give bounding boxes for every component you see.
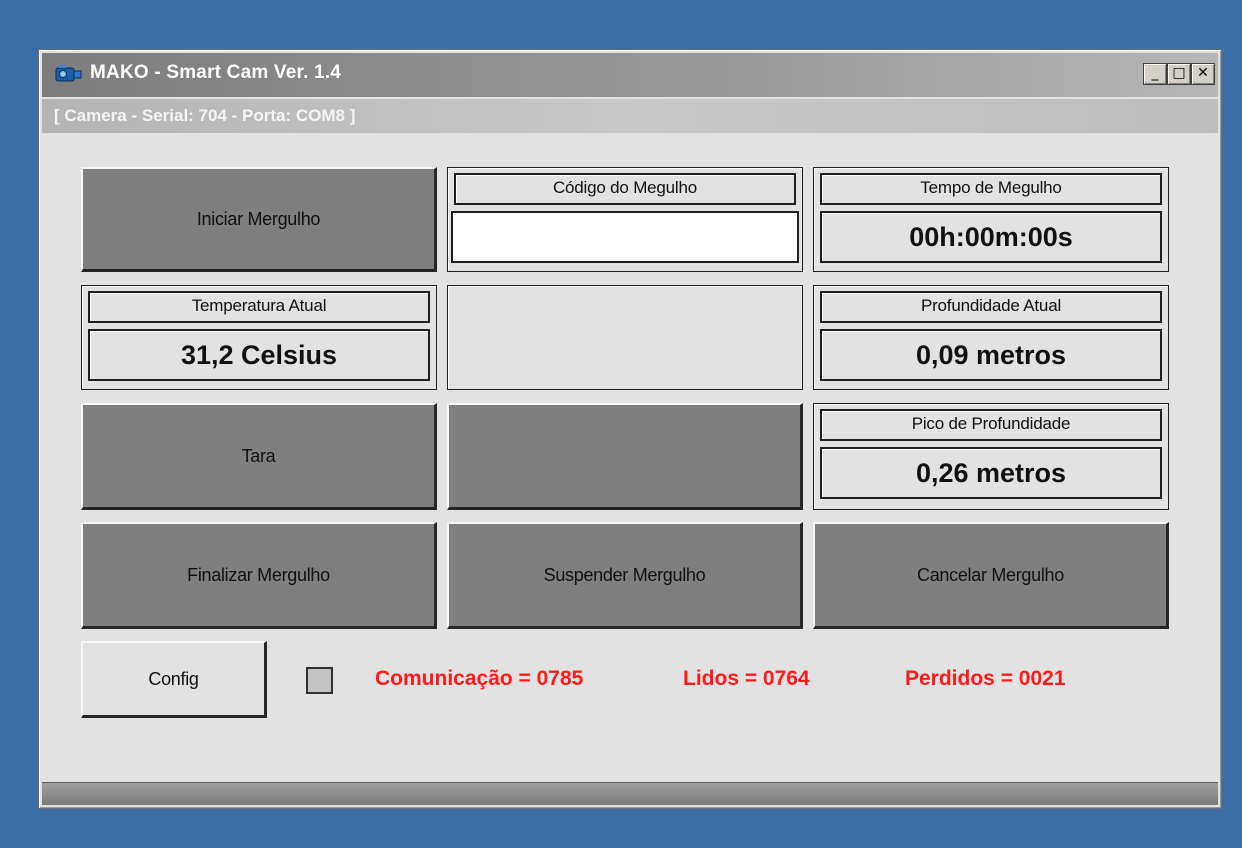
bottom-status-bar	[42, 782, 1218, 805]
maximize-button[interactable]: □	[1167, 63, 1191, 85]
camera-icon	[54, 62, 84, 86]
status-indicator	[306, 667, 333, 694]
start-dive-label: Iniciar Mergulho	[196, 208, 321, 229]
connection-info: [ Camera - Serial: 704 - Porta: COM8 ]	[54, 106, 356, 125]
suspend-dive-button[interactable]: Suspender Mergulho	[447, 522, 803, 629]
dive-time-value: 00h:00m:00s	[820, 211, 1162, 263]
window-title: MAKO - Smart Cam Ver. 1.4	[90, 62, 342, 83]
cancel-dive-button[interactable]: Cancelar Mergulho	[813, 522, 1169, 629]
title-bar[interactable]: MAKO - Smart Cam Ver. 1.4 _ □ ✕	[42, 53, 1218, 97]
peak-depth-value: 0,26 metros	[820, 447, 1162, 499]
temperature-value: 31,2 Celsius	[88, 329, 430, 381]
suspend-dive-label: Suspender Mergulho	[543, 564, 706, 585]
dive-code-input[interactable]	[451, 211, 799, 263]
tare-button[interactable]: Tara	[81, 403, 437, 510]
depth-value: 0,09 metros	[820, 329, 1162, 381]
start-dive-button[interactable]: Iniciar Mergulho	[81, 167, 437, 272]
config-label: Config	[148, 668, 199, 689]
main-window: MAKO - Smart Cam Ver. 1.4 _ □ ✕ [ Camera…	[38, 49, 1222, 809]
dive-code-label: Código do Megulho	[454, 173, 796, 205]
finish-dive-button[interactable]: Finalizar Mergulho	[81, 522, 437, 629]
peak-depth-panel: Pico de Profundidade 0,26 metros	[813, 403, 1169, 510]
lost-count: Perdidos = 0021	[905, 667, 1066, 690]
peak-depth-label: Pico de Profundidade	[820, 409, 1162, 441]
minimize-button[interactable]: _	[1143, 63, 1167, 85]
depth-panel: Profundidade Atual 0,09 metros	[813, 285, 1169, 390]
dive-code-panel: Código do Megulho	[447, 167, 803, 272]
config-button[interactable]: Config	[81, 641, 267, 718]
close-button[interactable]: ✕	[1191, 63, 1215, 85]
depth-label: Profundidade Atual	[820, 291, 1162, 323]
temperature-label: Temperatura Atual	[88, 291, 430, 323]
communication-count: Comunicação = 0785	[375, 667, 584, 690]
read-count: Lidos = 0764	[683, 667, 810, 690]
connection-info-bar: [ Camera - Serial: 704 - Porta: COM8 ]	[42, 99, 1218, 133]
tare-label: Tara	[241, 445, 276, 466]
empty-panel	[447, 285, 803, 390]
dive-time-panel: Tempo de Megulho 00h:00m:00s	[813, 167, 1169, 272]
finish-dive-label: Finalizar Mergulho	[187, 564, 330, 585]
temperature-panel: Temperatura Atual 31,2 Celsius	[81, 285, 437, 390]
blank-button[interactable]	[447, 403, 803, 510]
dive-time-label: Tempo de Megulho	[820, 173, 1162, 205]
cancel-dive-label: Cancelar Mergulho	[917, 564, 1064, 585]
